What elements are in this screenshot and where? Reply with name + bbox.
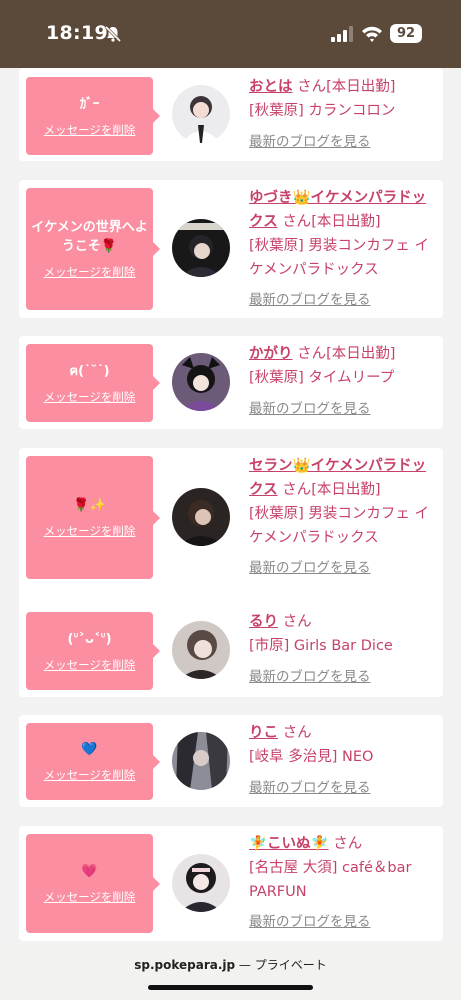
honorific: さん — [282, 214, 312, 230]
shop-info: [秋葉原] タイムリープ — [249, 370, 395, 386]
honorific: さん — [282, 725, 312, 741]
avatar[interactable] — [172, 85, 230, 143]
cast-name-link[interactable]: かがり — [249, 346, 293, 362]
avatar[interactable] — [172, 854, 230, 912]
message-bubble: イケメンの世界へようこそ🌹 メッセージを削除 — [26, 188, 160, 310]
cast-name-link[interactable]: 🧚こいぬ🧚 — [249, 836, 329, 852]
url-domain: sp.pokepara.jp — [134, 958, 236, 972]
honorific: さん — [297, 79, 327, 95]
message-card: 💙 メッセージを削除 りこ さん [岐阜 多治見] NEO 最新のブログを見る — [19, 715, 443, 807]
cast-info: るり さん [市原] Girls Bar Dice 最新のブログを見る — [249, 610, 439, 689]
cast-name-link[interactable]: るり — [249, 614, 278, 630]
honorific: さん — [282, 482, 312, 498]
cast-name-link[interactable]: りこ — [249, 725, 278, 741]
cast-info: セラン👑イケメンパラドックス さん[本日出勤] [秋葉原] 男装コンカフェ イケ… — [249, 454, 439, 580]
signal-icon — [331, 26, 353, 42]
message-text: 🌹✨ — [73, 498, 106, 513]
latest-blog-link[interactable]: 最新のブログを見る — [249, 665, 439, 689]
message-text: イケメンの世界へようこそ🌹 — [31, 220, 148, 254]
status-bar: 18:19 92 — [0, 0, 461, 68]
bell-muted-icon — [104, 25, 122, 43]
work-status: [本日出勤] — [326, 79, 396, 95]
browser-bottom-bar: sp.pokepara.jp — プライベート — [0, 941, 461, 1000]
delete-message-link[interactable]: メッセージを削除 — [44, 767, 136, 783]
delete-message-link[interactable]: メッセージを削除 — [44, 657, 136, 673]
cast-info: おとは さん[本日出勤] [秋葉原] カランコロン 最新のブログを見る — [249, 75, 439, 154]
honorific: さん — [282, 614, 312, 630]
cast-info: かがり さん[本日出勤] [秋葉原] タイムリープ 最新のブログを見る — [249, 342, 439, 421]
cast-name-link[interactable]: おとは — [249, 79, 293, 95]
honorific: さん — [333, 836, 363, 852]
browsing-mode: プライベート — [254, 958, 327, 972]
avatar[interactable] — [172, 488, 230, 546]
message-bubble: 💙 メッセージを削除 — [26, 723, 160, 800]
cast-info: 🧚こいぬ🧚 さん [名古屋 大須] café＆bar PARFUN 最新のブログ… — [249, 832, 439, 934]
message-card: ฅ(˙˘˙) メッセージを削除 かがり さん[本日出勤] [秋葉原] タイムリー… — [19, 336, 443, 429]
delete-message-link[interactable]: メッセージを削除 — [44, 264, 136, 280]
avatar[interactable] — [172, 353, 230, 411]
latest-blog-link[interactable]: 最新のブログを見る — [249, 556, 439, 580]
latest-blog-link[interactable]: 最新のブログを見る — [249, 910, 439, 934]
shop-info: [岐阜 多治見] NEO — [249, 749, 374, 765]
message-text: (ᐡ˃ᴗ˂ᐡ) — [67, 631, 112, 647]
message-card: 💗 メッセージを削除 🧚こいぬ🧚 さん [名古屋 大須] café＆bar PA… — [19, 826, 443, 941]
delete-message-link[interactable]: メッセージを削除 — [44, 122, 136, 138]
message-text: ｶﾞｰ — [79, 96, 100, 112]
cast-info: ゆづき👑イケメンパラドックス さん[本日出勤] [秋葉原] 男装コンカフェ イケ… — [249, 186, 439, 312]
url-separator: — — [235, 958, 255, 972]
message-text: ฅ(˙˘˙) — [69, 363, 110, 379]
shop-info: [名古屋 大須] café＆bar PARFUN — [249, 860, 412, 900]
status-time: 18:19 — [46, 22, 108, 44]
wifi-icon — [362, 26, 382, 42]
delete-message-link[interactable]: メッセージを削除 — [44, 889, 136, 905]
shop-info: [秋葉原] 男装コンカフェ イケメンパラドックス — [249, 238, 430, 278]
message-text: 💙 — [81, 742, 98, 757]
avatar[interactable] — [172, 732, 230, 790]
delete-message-link[interactable]: メッセージを削除 — [44, 389, 136, 405]
latest-blog-link[interactable]: 最新のブログを見る — [249, 397, 439, 421]
delete-message-link[interactable]: メッセージを削除 — [44, 523, 136, 539]
shop-info: [秋葉原] カランコロン — [249, 103, 396, 119]
shop-info: [市原] Girls Bar Dice — [249, 638, 393, 654]
home-indicator[interactable] — [148, 985, 313, 990]
shop-info: [秋葉原] 男装コンカフェ イケメンパラドックス — [249, 506, 430, 546]
work-status: [本日出勤] — [311, 214, 381, 230]
avatar[interactable] — [172, 219, 230, 277]
message-bubble: 🌹✨ メッセージを削除 — [26, 456, 160, 579]
message-card: (ᐡ˃ᴗ˂ᐡ) メッセージを削除 るり さん [市原] Girls Bar Di… — [19, 604, 443, 697]
message-card: ｶﾞｰ メッセージを削除 おとは さん[本日出勤] [秋葉原] カランコロン 最… — [19, 68, 443, 161]
cast-info: りこ さん [岐阜 多治見] NEO 最新のブログを見る — [249, 721, 439, 800]
work-status: [本日出勤] — [326, 346, 396, 362]
message-text: 💗 — [81, 864, 98, 879]
avatar[interactable] — [172, 621, 230, 679]
latest-blog-link[interactable]: 最新のブログを見る — [249, 776, 439, 800]
message-bubble: (ᐡ˃ᴗ˂ᐡ) メッセージを削除 — [26, 612, 160, 690]
message-bubble: ｶﾞｰ メッセージを削除 — [26, 77, 160, 155]
message-card: イケメンの世界へようこそ🌹 メッセージを削除 ゆづき👑イケメンパラドックス さん… — [19, 180, 443, 318]
url-bar[interactable]: sp.pokepara.jp — プライベート — [0, 956, 461, 973]
latest-blog-link[interactable]: 最新のブログを見る — [249, 288, 439, 312]
latest-blog-link[interactable]: 最新のブログを見る — [249, 130, 439, 154]
message-bubble: ฅ(˙˘˙) メッセージを削除 — [26, 344, 160, 422]
work-status: [本日出勤] — [311, 482, 381, 498]
message-bubble: 💗 メッセージを削除 — [26, 834, 160, 933]
battery-icon: 92 — [390, 24, 422, 43]
honorific: さん — [297, 346, 327, 362]
